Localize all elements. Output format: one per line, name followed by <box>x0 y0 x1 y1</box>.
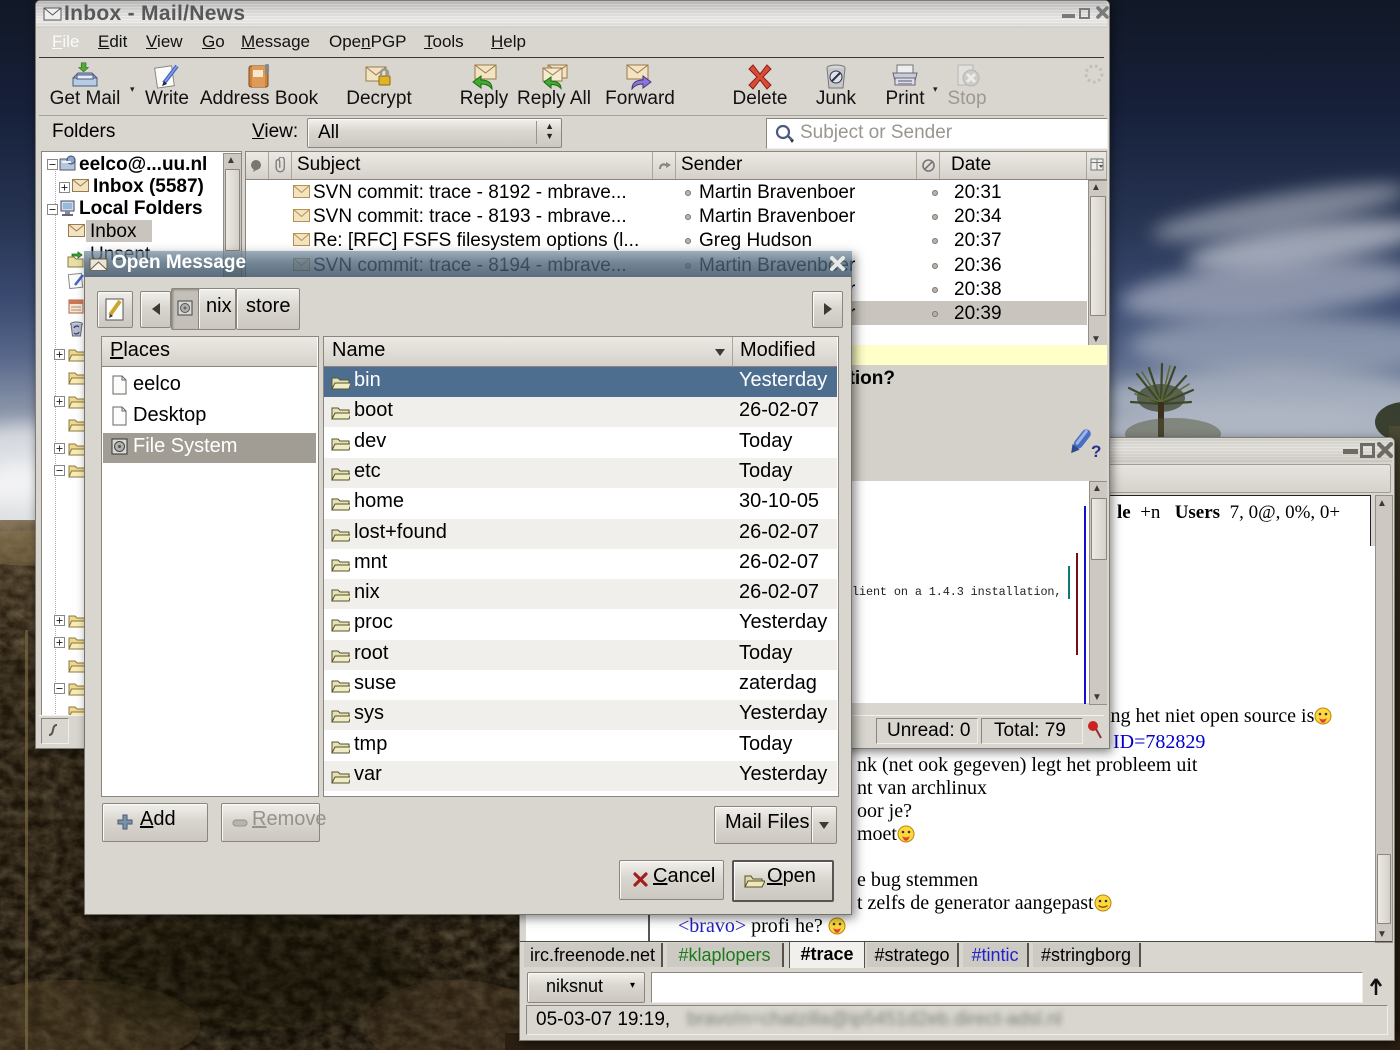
svg-text:?: ? <box>1091 442 1101 461</box>
